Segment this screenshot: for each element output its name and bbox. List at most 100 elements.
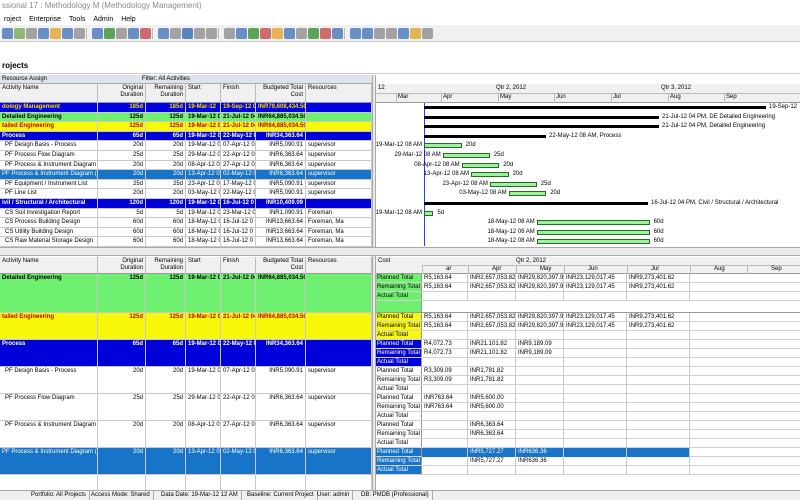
toolbar-button-icon[interactable] (206, 27, 217, 39)
column-header[interactable]: Finish (221, 257, 256, 274)
toolbar-button-icon[interactable] (422, 27, 433, 39)
column-header[interactable]: Remaining Duration (146, 84, 186, 103)
menu-item[interactable]: roject (0, 14, 25, 25)
table-row[interactable]: PF Design Basis - Process 20d 20d 19-Mar-12… (0, 141, 372, 151)
menu-item[interactable]: Tools (65, 14, 89, 25)
table-row[interactable]: PF Line List 20d 20d 03-May-12 0 22-May-12 0… (0, 189, 372, 199)
table-row[interactable]: ivil / Structural / Architectural 120d 120… (0, 199, 372, 209)
toolbar-button-icon[interactable] (374, 27, 385, 39)
table-row[interactable]: Detailed Engineering 125d 125d 19-Mar-12 02… (0, 274, 372, 313)
table-row[interactable]: tailed Engineering 125d 125d 19-Mar-12 0 21-… (0, 313, 372, 340)
toolbar-button-icon[interactable] (398, 27, 409, 39)
table-row[interactable]: PF Equipment / Instrument List 25d 25d 23-A… (0, 179, 372, 190)
gantt-activity-bar[interactable] (442, 153, 490, 158)
table-cell-od: 20d (98, 421, 146, 447)
toolbar-button-icon[interactable] (362, 27, 373, 39)
toolbar-button-icon[interactable] (158, 27, 169, 39)
gantt-activity-bar[interactable] (536, 229, 650, 235)
column-header[interactable]: Start (186, 257, 221, 274)
toolbar-button-icon[interactable] (182, 27, 193, 39)
toolbar-button-icon[interactable] (284, 27, 295, 39)
toolbar-button-icon[interactable] (272, 27, 283, 39)
menu-item[interactable]: Help (117, 14, 139, 25)
menu-item[interactable]: Admin (89, 14, 117, 25)
table-row[interactable]: PF Process Flow Diagram 25d 25d 29-Mar-12 0… (0, 394, 372, 421)
toolbar-button-icon[interactable] (332, 27, 343, 39)
table-row[interactable]: Process 65d 65d 19-Mar-12 0 22-May-12 0 INR34… (0, 131, 372, 142)
column-header[interactable]: Budgeted Total Cost (256, 257, 306, 274)
toolbar-button-icon[interactable] (410, 27, 421, 39)
table-row[interactable]: PF Design Basis - Process 20d 20d 19-Mar-12… (0, 367, 372, 394)
toolbar-button-icon[interactable] (194, 27, 205, 39)
toolbar-button-icon[interactable] (128, 27, 139, 39)
table-cell-od: 20d (98, 448, 146, 474)
toolbar-button-icon[interactable] (248, 27, 259, 39)
column-header[interactable]: Activity Name (0, 84, 98, 103)
gantt-summary-bar[interactable] (424, 106, 766, 109)
table-row[interactable]: PF Process Flow Diagram 25d 25d 29-Mar-12 0… (0, 151, 372, 161)
toolbar-button-icon[interactable] (140, 27, 151, 39)
menu-item[interactable]: Enterprise (25, 14, 65, 25)
toolbar-button-icon[interactable] (170, 27, 181, 39)
column-header[interactable]: Finish (221, 84, 256, 103)
table-row[interactable] (0, 475, 372, 490)
table-row[interactable]: CS Raw Material Storage Design 60d 60d 18-M… (0, 237, 372, 247)
gantt-activity-bar[interactable] (461, 162, 500, 168)
toolbar-button-icon[interactable] (50, 27, 61, 39)
gantt-quarter-label: Qtr 3, 2012 (661, 85, 692, 91)
table-row[interactable]: CS Utility Building Design 60d 60d 18-May-1… (0, 227, 372, 238)
table-row[interactable]: PF Process & Instrument Diagram (P 20d 20d… (0, 160, 372, 171)
table-row[interactable]: PF Process & Instrument Diagram (F 20d 20d… (0, 170, 372, 180)
gantt-activity-bar[interactable] (536, 239, 650, 245)
gantt-summary-bar[interactable] (424, 125, 659, 129)
cost-cell: R4,072.73 (422, 340, 468, 349)
column-header[interactable]: Activity Name (0, 257, 98, 274)
column-header[interactable]: Original Duration (98, 257, 146, 274)
column-header[interactable]: Remaining Duration (146, 257, 186, 274)
table-row[interactable]: PF Process & Instrument Diagram (F 20d 20d… (0, 448, 372, 475)
column-header[interactable]: Original Duration (98, 84, 146, 103)
gantt-activity-bar[interactable] (424, 143, 462, 149)
gantt-summary-bar[interactable] (424, 115, 659, 119)
gantt-activity-bar[interactable] (536, 220, 650, 226)
toolbar-button-icon[interactable] (386, 27, 397, 39)
column-header[interactable]: Start (186, 84, 221, 103)
toolbar-button-icon[interactable] (74, 27, 85, 39)
toolbar-button-icon[interactable] (236, 27, 247, 39)
gantt-chart[interactable]: 19-Sep-12 21-Jul-12 04 PM, DE Detailed En… (376, 103, 800, 246)
gantt-activity-bar[interactable] (489, 181, 537, 187)
toolbar-button-icon[interactable] (104, 27, 115, 39)
column-header[interactable]: Resources (306, 257, 372, 274)
toolbar-button-icon[interactable] (260, 27, 271, 39)
table-row[interactable]: CS Soil Investigation Report 5d 5d 19-Mar-1… (0, 208, 372, 219)
toolbar-button-icon[interactable] (14, 27, 25, 39)
toolbar-button-icon[interactable] (320, 27, 331, 39)
cost-cell (468, 385, 516, 394)
table-row[interactable]: Detailed Engineering 125d 125d 19-Mar-12 02… (0, 112, 372, 123)
column-header[interactable]: Resources (306, 84, 372, 103)
gantt-activity-bar[interactable] (471, 172, 509, 178)
toolbar-button-icon[interactable] (224, 27, 235, 39)
table-row[interactable]: PF Process & Instrument Diagram (F 20d 20d… (0, 421, 372, 448)
toolbar-button-icon[interactable] (308, 27, 319, 39)
horizontal-splitter[interactable] (0, 247, 800, 256)
gantt-summary-bar[interactable] (424, 202, 648, 205)
toolbar-button-icon[interactable] (26, 27, 37, 39)
table-row[interactable]: dology Management 185d 185d 19-Mar-12 19-Sep… (0, 103, 372, 113)
table-row[interactable]: tailed Engineering 125d 125d 19-Mar-12 0 21-… (0, 122, 372, 132)
filter-label[interactable]: Filter: All Activities (142, 75, 190, 84)
toolbar-button-icon[interactable] (116, 27, 127, 39)
column-header[interactable]: Budgeted Total Cost (256, 84, 306, 103)
gantt-start-label: 08-Apr-12 08 AM (414, 161, 460, 168)
gantt-activity-bar[interactable] (508, 191, 547, 197)
gantt-summary-bar[interactable] (424, 134, 546, 138)
table-row[interactable]: Process 65d 65d 19-Mar-12 0 22-May-12 0 INR34… (0, 340, 372, 367)
toolbar-button-icon[interactable] (62, 27, 73, 39)
toolbar-button-icon[interactable] (38, 27, 49, 39)
table-row[interactable]: CS Process Building Design 60d 60d 18-May-1… (0, 218, 372, 228)
gantt-activity-bar[interactable] (424, 210, 434, 216)
toolbar-button-icon[interactable] (2, 27, 13, 39)
toolbar-button-icon[interactable] (350, 27, 361, 39)
toolbar-button-icon[interactable] (92, 27, 103, 39)
toolbar-button-icon[interactable] (296, 27, 307, 39)
